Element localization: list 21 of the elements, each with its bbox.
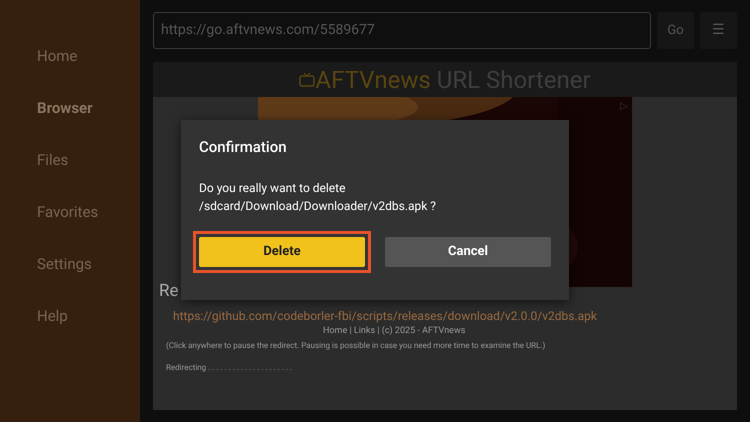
sidebar-item[interactable]: Help [37, 304, 140, 328]
sidebar-item[interactable]: Favorites [37, 200, 140, 224]
url-field[interactable]: https://go.aftvnews.com/5589677 [153, 12, 651, 49]
sidebar-item[interactable]: Browser [37, 96, 140, 120]
logo: AFTVnews [299, 62, 431, 98]
dialog-title: Confirmation [199, 137, 288, 158]
cancel-button[interactable]: Cancel [385, 236, 551, 266]
menu-button[interactable]: ☰ [700, 12, 737, 49]
tv-icon [299, 72, 316, 86]
delete-button[interactable]: Delete [199, 236, 365, 266]
redirect-link[interactable]: https://github.com/codeborler-fbi/scripts/releases/download/v2.0.0/v2dbs.apk [173, 306, 737, 324]
page-heading: Re [159, 280, 178, 303]
redirect-status: Redirecting . . . . . . . . . . . . . . . . . . . . . [166, 362, 294, 374]
ad-marker: ▷ [620, 100, 628, 114]
pause-note: (Click anywhere to pause the redirect. Pausing is possible in case you need more time to examine the URL.) [166, 340, 546, 352]
footer-links: Home | Links | (c) 2025 - AFTVnews [323, 324, 466, 338]
go-button[interactable]: Go [657, 12, 694, 49]
sidebar-item[interactable]: Settings [37, 252, 140, 276]
sidebar-item[interactable]: Home [37, 44, 140, 68]
dialog-message: Do you really want to delete /sdcard/Download/Downloader/v2dbs.apk ? [199, 180, 437, 214]
sidebar-item[interactable]: Files [37, 148, 140, 172]
